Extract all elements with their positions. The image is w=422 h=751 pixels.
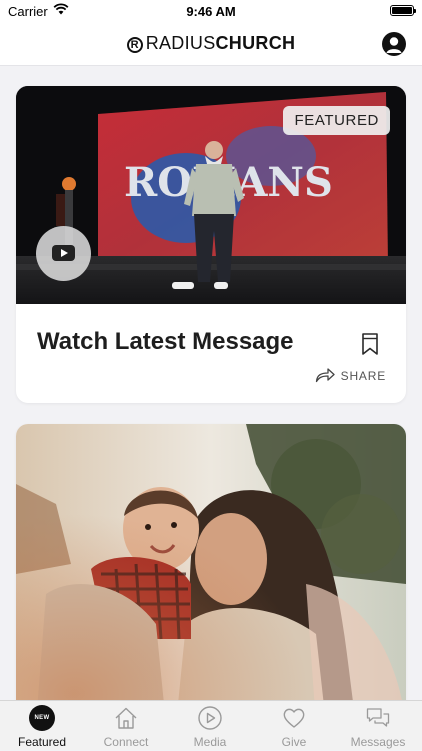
play-video-button[interactable] xyxy=(36,226,91,281)
profile-button[interactable] xyxy=(382,32,406,56)
tab-bar: NEW Featured Connect Media Give Messages xyxy=(0,700,422,750)
family-photo-card[interactable] xyxy=(16,424,406,700)
card-title[interactable]: Watch Latest Message xyxy=(37,328,294,356)
new-icon: NEW xyxy=(29,705,55,731)
battery-icon xyxy=(390,5,416,16)
radius-church-logo: R RADIUSCHURCH xyxy=(0,33,422,54)
app-header: R RADIUSCHURCH xyxy=(0,22,422,66)
play-icon xyxy=(198,706,222,730)
tab-label: Messages xyxy=(350,735,406,749)
tab-media[interactable]: Media xyxy=(168,701,252,751)
tab-label: Give xyxy=(281,735,307,749)
featured-feed[interactable]: ROMANS FEATURED Watch Latest Message xyxy=(0,66,422,700)
tab-featured[interactable]: NEW Featured xyxy=(0,701,84,751)
user-icon xyxy=(386,37,402,53)
latest-message-card[interactable]: ROMANS FEATURED Watch Latest Message xyxy=(16,86,406,403)
heart-icon xyxy=(283,708,305,728)
chat-bubbles-icon xyxy=(366,708,390,727)
share-label: SHARE xyxy=(340,369,386,383)
new-badge: NEW xyxy=(29,705,55,731)
youtube-play-icon xyxy=(52,245,75,261)
tab-label: Connect xyxy=(103,735,149,749)
tab-label: Media xyxy=(193,735,227,749)
tab-label: Featured xyxy=(17,735,67,749)
house-icon xyxy=(115,707,137,729)
mother-baby-photo xyxy=(16,424,406,700)
bookmark-button[interactable] xyxy=(361,332,379,361)
share-arrow-icon xyxy=(315,368,335,383)
message-thumbnail[interactable]: ROMANS FEATURED xyxy=(16,86,406,304)
share-button[interactable]: SHARE xyxy=(315,367,386,385)
clock: 9:46 AM xyxy=(186,4,236,19)
bookmark-icon xyxy=(362,333,378,355)
tab-messages[interactable]: Messages xyxy=(336,701,420,751)
status-bar: Carrier 9:46 AM xyxy=(0,0,422,22)
tab-give[interactable]: Give xyxy=(252,701,336,751)
logo-mark-icon: R xyxy=(126,37,143,53)
featured-badge: FEATURED xyxy=(283,106,390,135)
logo-text-bold: CHURCH xyxy=(215,33,296,53)
tab-connect[interactable]: Connect xyxy=(84,701,168,751)
logo-text-light: RADIUS xyxy=(145,33,216,53)
